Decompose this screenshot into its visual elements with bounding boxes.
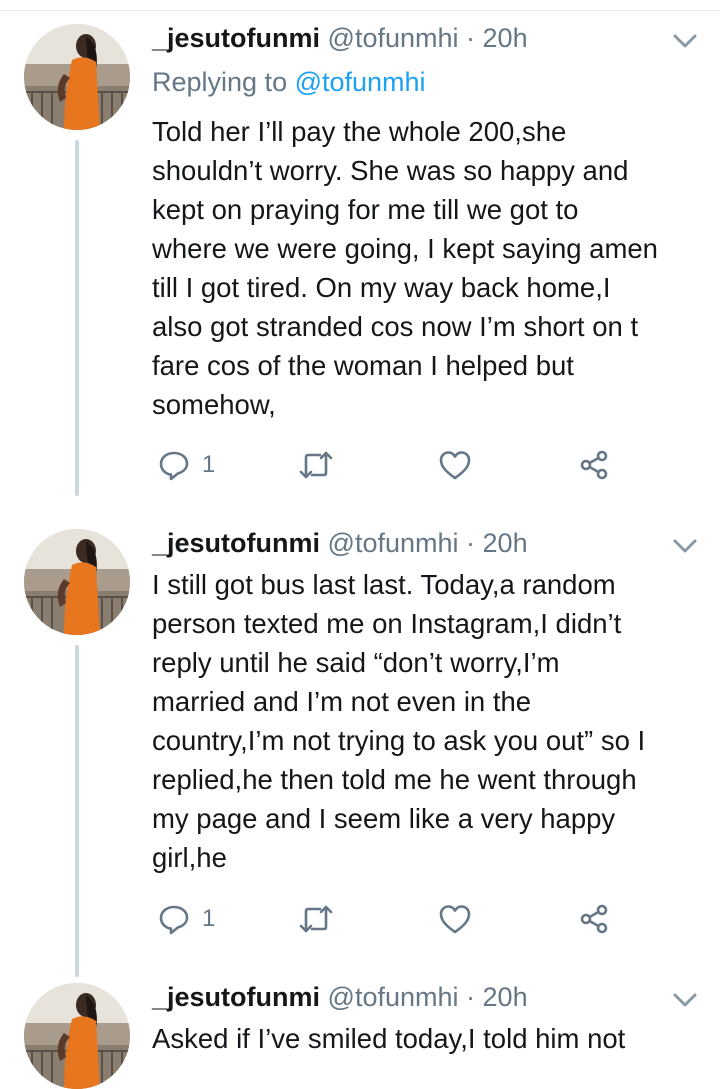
chevron-down-icon[interactable] xyxy=(672,32,698,50)
heart-icon xyxy=(439,451,471,480)
retweet-icon xyxy=(299,451,333,479)
tweet-line: replied,he then told me he went through xyxy=(152,764,637,795)
separator-dot: · xyxy=(466,23,476,53)
user-handle[interactable]: @tofunmhi xyxy=(328,23,459,53)
chevron-down-icon[interactable] xyxy=(672,991,698,1009)
share-button[interactable] xyxy=(578,445,610,485)
share-icon xyxy=(580,450,608,480)
reply-button[interactable]: 1 xyxy=(158,445,215,485)
timestamp[interactable]: 20h xyxy=(483,528,528,558)
timestamp[interactable]: 20h xyxy=(483,23,528,53)
tweet-line: till I got tired. On my way back home,I xyxy=(152,272,611,303)
thread-line xyxy=(75,140,79,496)
tweet-line: fare cos of the woman I helped but xyxy=(152,350,574,381)
tweet-header: _jesutofunmi @tofunmhi · 20h xyxy=(152,981,528,1013)
tweet-header: _jesutofunmi @tofunmhi · 20h xyxy=(152,527,528,559)
tweet-line: I still got bus last last. Today,a rando… xyxy=(152,569,616,600)
tweet-text: Told her I’ll pay the whole 200,she shou… xyxy=(152,112,712,424)
display-name[interactable]: _jesutofunmi xyxy=(152,528,320,558)
timestamp[interactable]: 20h xyxy=(483,982,528,1012)
top-divider xyxy=(0,10,720,11)
share-icon xyxy=(580,904,608,934)
reply-icon xyxy=(159,451,189,481)
tweet-line: person texted me on Instagram,I didn’t xyxy=(152,608,622,639)
heart-icon xyxy=(439,905,471,934)
chevron-down-icon[interactable] xyxy=(672,537,698,555)
tweet-header: _jesutofunmi @tofunmhi · 20h xyxy=(152,22,528,54)
tweet-line: where we were going, I kept saying amen xyxy=(152,233,658,264)
tweet-actions: 1 xyxy=(152,445,622,485)
tweet-line: reply until he said “don’t worry,I’m xyxy=(152,647,560,678)
tweet-text: I still got bus last last. Today,a rando… xyxy=(152,565,712,877)
reply-count: 1 xyxy=(202,451,216,478)
avatar[interactable] xyxy=(24,529,130,635)
reply-icon xyxy=(159,905,189,935)
tweet-line: kept on praying for me till we got to xyxy=(152,194,579,225)
display-name[interactable]: _jesutofunmi xyxy=(152,982,320,1012)
like-button[interactable] xyxy=(438,445,472,485)
reply-button[interactable]: 1 xyxy=(158,899,215,939)
tweet-line: somehow, xyxy=(152,389,276,420)
avatar[interactable] xyxy=(24,983,130,1089)
replying-to: Replying to @tofunmhi xyxy=(152,66,426,98)
user-handle[interactable]: @tofunmhi xyxy=(328,528,459,558)
tweet-line: Asked if I’ve smiled today,I told him no… xyxy=(152,1023,626,1054)
replying-mention[interactable]: @tofunmhi xyxy=(295,67,426,97)
tweet-line: married and I’m not even in the xyxy=(152,686,532,717)
tweet-line: girl,he xyxy=(152,842,227,873)
replying-label: Replying to xyxy=(152,67,295,97)
tweet-text: Asked if I’ve smiled today,I told him no… xyxy=(152,1019,712,1058)
retweet-button[interactable] xyxy=(298,445,334,485)
user-handle[interactable]: @tofunmhi xyxy=(328,982,459,1012)
separator-dot: · xyxy=(466,528,476,558)
like-button[interactable] xyxy=(438,899,472,939)
reply-count: 1 xyxy=(202,905,216,932)
tweet-actions: 1 xyxy=(152,899,622,939)
tweet-line: country,I’m not trying to ask you out” s… xyxy=(152,725,646,756)
thread-line xyxy=(75,645,79,977)
tweet-line: also got stranded cos now I’m short on t xyxy=(152,311,639,342)
display-name[interactable]: _jesutofunmi xyxy=(152,23,320,53)
avatar[interactable] xyxy=(24,24,130,130)
share-button[interactable] xyxy=(578,899,610,939)
retweet-icon xyxy=(299,905,333,933)
tweet-line: shouldn’t worry. She was so happy and xyxy=(152,155,629,186)
retweet-button[interactable] xyxy=(298,899,334,939)
tweet-line: my page and I seem like a very happy xyxy=(152,803,616,834)
separator-dot: · xyxy=(466,982,476,1012)
tweet-line: Told her I’ll pay the whole 200,she xyxy=(152,116,567,147)
